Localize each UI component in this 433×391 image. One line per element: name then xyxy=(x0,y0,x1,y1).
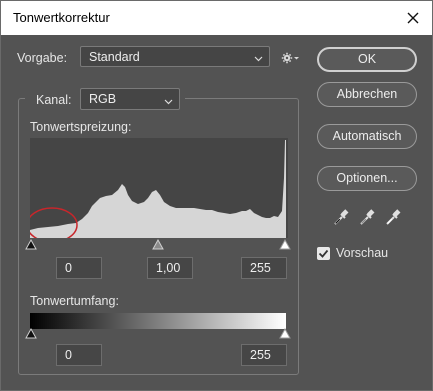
black-point-slider[interactable] xyxy=(25,239,37,250)
title-bar: Tonwertkorrektur xyxy=(1,1,432,35)
histogram xyxy=(30,138,288,238)
preset-select[interactable]: Standard xyxy=(80,46,270,67)
cancel-button[interactable]: Abbrechen xyxy=(317,82,417,107)
chevron-down-icon xyxy=(254,52,263,66)
black-point-eyedropper-icon[interactable] xyxy=(333,208,349,226)
output-gradient xyxy=(30,313,286,329)
output-white-slider[interactable] xyxy=(279,328,291,339)
channel-select[interactable]: RGB xyxy=(80,88,180,110)
white-point-slider[interactable] xyxy=(279,239,291,250)
white-point-eyedropper-icon[interactable] xyxy=(385,208,401,226)
output-black-slider[interactable] xyxy=(25,328,37,339)
output-levels-label: Tonwertumfang: xyxy=(30,294,119,308)
levels-dialog: Tonwertkorrektur Vorgabe: Standard Kanal… xyxy=(0,0,433,391)
output-black-field[interactable]: 0 xyxy=(56,344,102,366)
gray-point-eyedropper-icon[interactable] xyxy=(359,208,375,226)
input-gamma-field[interactable]: 1,00 xyxy=(147,257,193,279)
checkmark-icon xyxy=(318,249,329,258)
chevron-down-icon xyxy=(164,95,173,109)
gear-icon[interactable] xyxy=(281,51,299,69)
options-button[interactable]: Optionen... xyxy=(317,166,417,191)
preset-value: Standard xyxy=(89,50,140,64)
dialog-title: Tonwertkorrektur xyxy=(13,10,110,25)
ok-button[interactable]: OK xyxy=(317,47,417,72)
channel-value: RGB xyxy=(89,92,117,106)
input-black-field[interactable]: 0 xyxy=(56,257,102,279)
close-icon[interactable] xyxy=(402,7,424,29)
midtone-slider[interactable] xyxy=(152,239,164,250)
input-levels-label: Tonwertspreizung: xyxy=(30,120,132,134)
auto-button[interactable]: Automatisch xyxy=(317,124,417,149)
input-white-field[interactable]: 255 xyxy=(241,257,287,279)
output-white-field[interactable]: 255 xyxy=(241,344,287,366)
preset-label: Vorgabe: xyxy=(17,51,68,65)
preview-checkbox[interactable] xyxy=(317,247,330,260)
channel-label: Kanal: xyxy=(36,93,72,107)
preview-label: Vorschau xyxy=(336,246,389,260)
